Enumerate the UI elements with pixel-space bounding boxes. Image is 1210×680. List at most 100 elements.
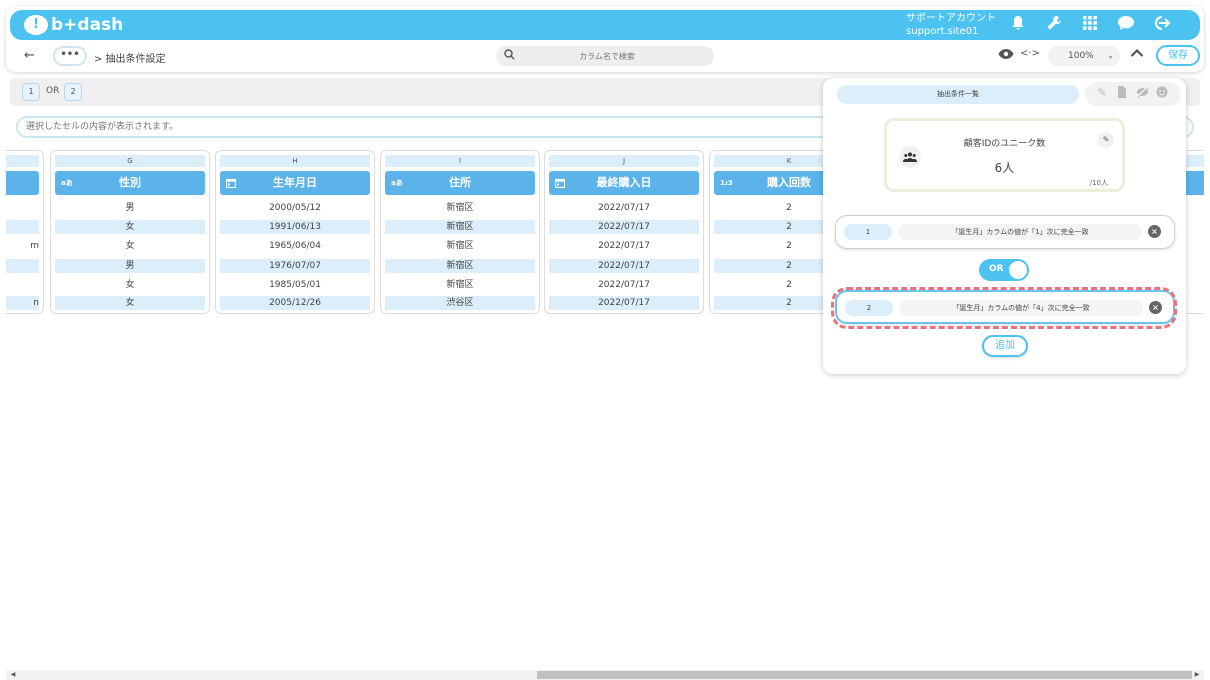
app-logo[interactable]: ! b+dash: [24, 14, 123, 36]
eye-icon[interactable]: [998, 48, 1014, 64]
face-icon[interactable]: [1155, 86, 1169, 101]
table-cell[interactable]: 2000/05/12: [220, 201, 370, 215]
table-cell[interactable]: [6, 220, 39, 234]
grid-column-g: G aあ 性別 男 女 女 男 女 女: [50, 150, 210, 314]
column-header[interactable]: 最終購入日: [549, 171, 699, 195]
zoom-select[interactable]: 100% ⌄: [1048, 46, 1120, 66]
text-type-icon: aあ: [391, 179, 403, 187]
grid-column-h: H 生年月日 2000/05/12 1991/06/13 1965/06/04 …: [215, 150, 375, 314]
table-cell[interactable]: 新宿区: [385, 239, 535, 253]
column-letter: [6, 155, 39, 167]
code-icon[interactable]: <·>: [1020, 48, 1040, 59]
calendar-icon: [225, 171, 237, 198]
table-cell[interactable]: m: [6, 239, 39, 253]
column-header-label: 生年月日: [273, 176, 317, 189]
chat-icon[interactable]: [1116, 15, 1136, 35]
table-cell[interactable]: 女: [55, 278, 205, 292]
table-cell[interactable]: 女: [55, 296, 205, 310]
table-cell[interactable]: 2022/07/17: [549, 259, 699, 273]
toggle-knob: [1009, 261, 1027, 279]
brush-icon[interactable]: ✎: [1095, 86, 1109, 99]
horizontal-scrollbar[interactable]: ◀ ▶: [6, 670, 1204, 680]
scrollbar-thumb[interactable]: [537, 671, 1192, 679]
filter-conditions-panel: 抽出条件一覧 ✎ 顧客IDのユニーク数 6人 /10人 ✎ 1 「誕生月」カラム…: [823, 78, 1186, 374]
table-cell[interactable]: 1976/07/07: [220, 259, 370, 273]
condition-operator: OR: [46, 86, 60, 96]
stat-total: /10人: [1089, 179, 1108, 187]
condition-chip-1[interactable]: 1: [22, 83, 40, 101]
remove-condition-icon[interactable]: ×: [1148, 225, 1161, 238]
search-input[interactable]: [522, 48, 692, 64]
account-label: サポートアカウント: [906, 13, 996, 24]
column-header[interactable]: 生年月日: [220, 171, 370, 195]
account-info[interactable]: サポートアカウント support.site01: [906, 12, 996, 38]
number-type-icon: 1₂3: [720, 179, 733, 187]
table-cell[interactable]: 男: [55, 201, 205, 215]
column-search[interactable]: [496, 46, 714, 66]
table-cell[interactable]: 1985/05/01: [220, 278, 370, 292]
calendar-icon: [554, 171, 566, 198]
table-cell[interactable]: 新宿区: [385, 259, 535, 273]
column-letter: I: [385, 155, 535, 167]
column-header-label: 性別: [119, 176, 141, 189]
table-cell[interactable]: 2022/07/17: [549, 239, 699, 253]
table-cell[interactable]: [6, 201, 39, 215]
search-icon: [504, 49, 515, 63]
table-cell[interactable]: 男: [55, 259, 205, 273]
table-cell[interactable]: n: [6, 296, 39, 310]
table-cell[interactable]: 2022/07/17: [549, 296, 699, 310]
column-header[interactable]: aあ 性別: [55, 171, 205, 195]
stat-value: 6人: [994, 161, 1015, 175]
condition-number: 1: [844, 224, 892, 240]
hide-icon[interactable]: [1135, 86, 1149, 101]
table-cell[interactable]: [6, 259, 39, 273]
table-cell[interactable]: 2022/07/17: [549, 278, 699, 292]
column-letter: G: [55, 155, 205, 167]
column-letter: H: [220, 155, 370, 167]
grid-icon[interactable]: [1080, 15, 1100, 35]
condition-row-1[interactable]: 1 「誕生月」カラムの値が「1」次に完全一致 ×: [835, 215, 1175, 249]
document-icon[interactable]: [1115, 86, 1129, 101]
table-cell[interactable]: 女: [55, 220, 205, 234]
text-type-icon: aあ: [61, 179, 73, 187]
operator-label: OR: [989, 264, 1004, 274]
table-cell[interactable]: 新宿区: [385, 220, 535, 234]
condition-text[interactable]: 「誕生月」カラムの値が「1」次に完全一致: [898, 224, 1142, 240]
column-header-label: 最終購入日: [596, 176, 652, 189]
top-bar: ! b+dash サポートアカウント support.site01: [10, 10, 1200, 40]
table-cell[interactable]: 1991/06/13: [220, 220, 370, 234]
table-cell[interactable]: 女: [55, 239, 205, 253]
column-header[interactable]: [6, 171, 39, 195]
table-cell[interactable]: 2005/12/26: [220, 296, 370, 310]
unique-count-card: 顧客IDのユニーク数 6人 /10人 ✎: [884, 118, 1125, 192]
table-cell[interactable]: 渋谷区: [385, 296, 535, 310]
table-cell[interactable]: 2022/07/17: [549, 201, 699, 215]
tab-condition-list[interactable]: 抽出条件一覧: [837, 85, 1079, 104]
column-header[interactable]: aあ 住所: [385, 171, 535, 195]
table-cell[interactable]: [6, 278, 39, 292]
save-button[interactable]: 保存: [1156, 45, 1200, 66]
sub-toolbar: ← ••• > 抽出条件設定 <·> 100% ⌄ 保存: [10, 44, 1200, 70]
operator-toggle[interactable]: OR: [979, 259, 1029, 281]
logo-text: b+dash: [51, 15, 124, 35]
bell-icon[interactable]: [1008, 15, 1028, 35]
table-cell[interactable]: 2022/07/17: [549, 220, 699, 234]
zoom-value: 100%: [1068, 51, 1094, 61]
grid-column-j: J 最終購入日 2022/07/17 2022/07/17 2022/07/17…: [544, 150, 704, 314]
scroll-right-icon[interactable]: ▶: [1192, 670, 1202, 680]
more-button[interactable]: •••: [53, 46, 87, 66]
table-cell[interactable]: 新宿区: [385, 201, 535, 215]
wrench-icon[interactable]: [1044, 15, 1064, 35]
condition-chip-2[interactable]: 2: [64, 83, 82, 101]
edit-icon[interactable]: ✎: [1098, 132, 1114, 148]
back-arrow-icon[interactable]: ←: [24, 48, 35, 63]
cell-content-input[interactable]: [26, 120, 806, 134]
table-cell[interactable]: 1965/06/04: [220, 239, 370, 253]
add-condition-button[interactable]: 追加: [982, 335, 1028, 357]
account-site: support.site01: [906, 26, 979, 37]
stat-title: 顧客IDのユニーク数: [963, 139, 1046, 149]
chevron-up-icon[interactable]: [1130, 46, 1144, 62]
logout-icon[interactable]: [1152, 15, 1172, 35]
scroll-left-icon[interactable]: ◀: [8, 670, 18, 680]
table-cell[interactable]: 新宿区: [385, 278, 535, 292]
